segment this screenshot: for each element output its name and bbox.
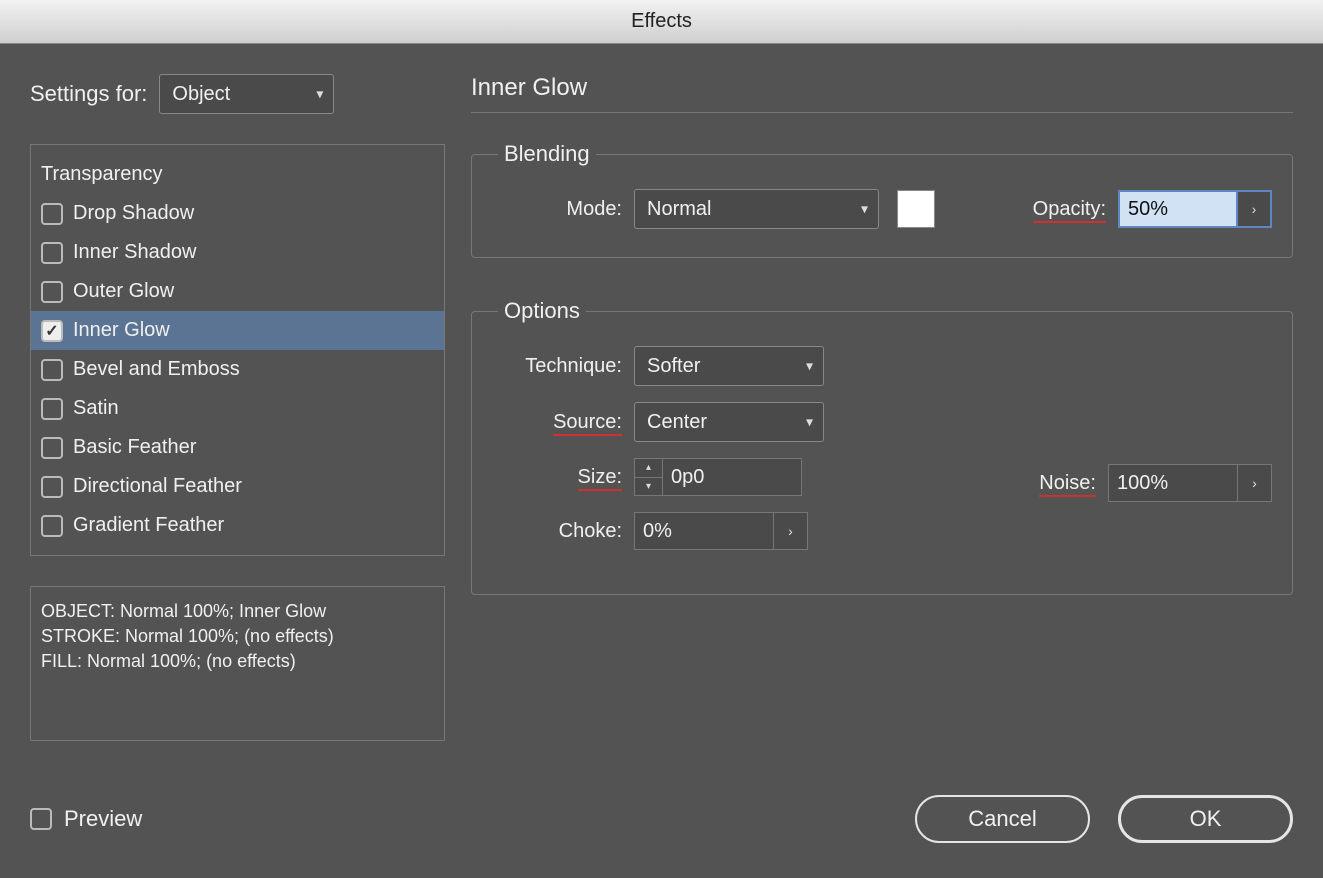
summary-line: FILL: Normal 100%; (no effects) [41,649,434,674]
checkbox[interactable] [41,242,63,264]
effects-item-drop-shadow[interactable]: Drop Shadow [31,194,444,233]
window-title: Effects [631,10,692,33]
size-stepper[interactable]: ▴ ▾ [634,458,662,496]
preview-checkbox[interactable] [30,808,52,830]
checkbox[interactable] [41,359,63,381]
panel-title: Inner Glow [471,74,1293,113]
opacity-label: Opacity: [1033,198,1106,221]
effects-item-basic-feather[interactable]: Basic Feather [31,428,444,467]
mode-value: Normal [647,198,711,221]
effects-item-outer-glow[interactable]: Outer Glow [31,272,444,311]
noise-input-wrap: › [1108,464,1272,502]
mode-select[interactable]: Normal ▾ [634,189,879,229]
summary-line: STROKE: Normal 100%; (no effects) [41,624,434,649]
chevron-down-icon: ▾ [806,414,813,431]
opacity-input-wrap: › [1118,190,1272,228]
size-label: Size: [492,466,622,489]
size-input-wrap: ▴ ▾ [634,458,802,496]
window-titlebar: Effects [0,0,1323,44]
chevron-down-icon: ▾ [316,86,323,103]
checkbox[interactable] [41,281,63,303]
choke-popup-button[interactable]: › [774,512,808,550]
effects-item-inner-glow[interactable]: Inner Glow [31,311,444,350]
checkbox[interactable] [41,515,63,537]
effects-list: Transparency Drop Shadow Inner Shadow Ou… [30,144,445,556]
checkbox[interactable] [41,398,63,420]
preview-label: Preview [64,806,142,832]
noise-input[interactable] [1108,464,1238,502]
choke-input-wrap: › [634,512,808,550]
color-swatch[interactable] [897,190,935,228]
effects-item-bevel-emboss[interactable]: Bevel and Emboss [31,350,444,389]
chevron-down-icon: ▾ [806,358,813,375]
checkbox[interactable] [41,320,63,342]
settings-for-row: Settings for: Object ▾ [30,74,445,114]
size-input[interactable] [662,458,802,496]
effects-list-header[interactable]: Transparency [31,155,444,194]
source-label: Source: [492,411,622,434]
stepper-down-icon[interactable]: ▾ [635,478,662,496]
technique-select[interactable]: Softer ▾ [634,346,824,386]
opacity-popup-button[interactable]: › [1238,190,1272,228]
mode-label: Mode: [492,198,622,221]
effects-item-gradient-feather[interactable]: Gradient Feather [31,506,444,545]
technique-value: Softer [647,355,700,378]
cancel-button[interactable]: Cancel [915,795,1090,843]
options-legend: Options [498,298,586,324]
effects-summary: OBJECT: Normal 100%; Inner Glow STROKE: … [30,586,445,741]
blending-legend: Blending [498,141,596,167]
effects-item-inner-shadow[interactable]: Inner Shadow [31,233,444,272]
checkbox[interactable] [41,203,63,225]
blending-group: Blending Mode: Normal ▾ Opacity: › [471,141,1293,258]
chevron-down-icon: ▾ [861,201,868,218]
settings-for-label: Settings for: [30,81,147,107]
effects-item-satin[interactable]: Satin [31,389,444,428]
options-group: Options Technique: Softer ▾ Source: Cent… [471,298,1293,595]
noise-popup-button[interactable]: › [1238,464,1272,502]
preview-row: Preview [30,806,142,832]
checkbox[interactable] [41,476,63,498]
effects-item-directional-feather[interactable]: Directional Feather [31,467,444,506]
choke-label: Choke: [492,520,622,543]
settings-for-select[interactable]: Object ▾ [159,74,334,114]
ok-button[interactable]: OK [1118,795,1293,843]
settings-for-value: Object [172,83,230,106]
opacity-input[interactable] [1118,190,1238,228]
checkbox[interactable] [41,437,63,459]
summary-line: OBJECT: Normal 100%; Inner Glow [41,599,434,624]
choke-input[interactable] [634,512,774,550]
noise-label: Noise: [1039,472,1096,495]
technique-label: Technique: [492,355,622,378]
source-select[interactable]: Center ▾ [634,402,824,442]
source-value: Center [647,411,707,434]
stepper-up-icon[interactable]: ▴ [635,459,662,478]
